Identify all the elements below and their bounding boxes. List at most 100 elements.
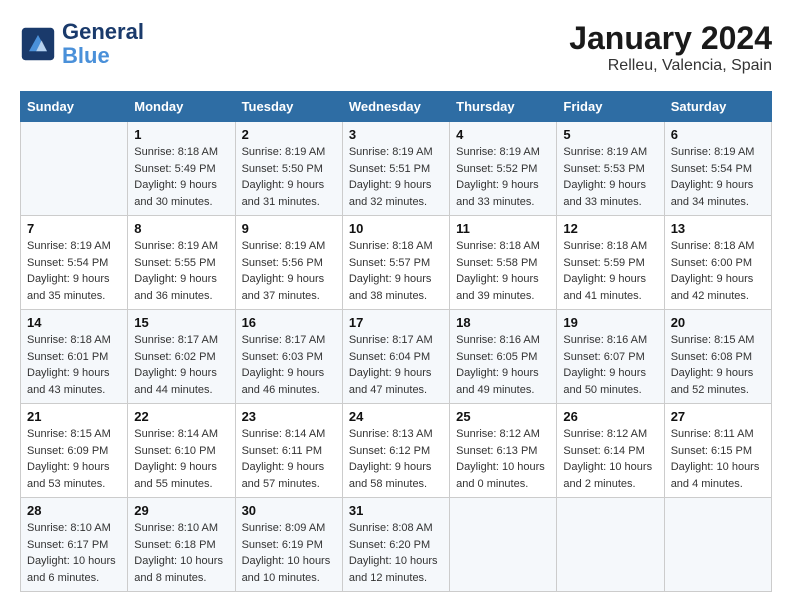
calendar-cell: 1Sunrise: 8:18 AMSunset: 5:49 PMDaylight…	[128, 122, 235, 216]
day-number: 31	[349, 503, 443, 518]
calendar-cell: 26Sunrise: 8:12 AMSunset: 6:14 PMDayligh…	[557, 404, 664, 498]
day-number: 22	[134, 409, 228, 424]
title-block: January 2024 Relleu, Valencia, Spain	[569, 20, 772, 75]
day-info: Sunrise: 8:19 AMSunset: 5:54 PMDaylight:…	[27, 238, 121, 304]
day-number: 17	[349, 315, 443, 330]
day-info: Sunrise: 8:10 AMSunset: 6:17 PMDaylight:…	[27, 520, 121, 586]
day-info: Sunrise: 8:13 AMSunset: 6:12 PMDaylight:…	[349, 426, 443, 492]
logo-blue-text: Blue	[62, 43, 110, 68]
calendar-cell: 15 Sunrise: 8:17 AMSunset: 6:02 PMDayligh…	[128, 310, 235, 404]
header-monday: Monday	[128, 92, 235, 122]
calendar-cell: 9 Sunrise: 8:19 AMSunset: 5:56 PMDaylight…	[235, 216, 342, 310]
day-info: Sunrise: 8:18 AMSunset: 5:58 PMDaylight:…	[456, 238, 550, 304]
calendar-week-row: 7 Sunrise: 8:19 AMSunset: 5:54 PMDaylight…	[21, 216, 772, 310]
calendar-cell: 14 Sunrise: 8:18 AMSunset: 6:01 PMDayligh…	[21, 310, 128, 404]
day-number: 24	[349, 409, 443, 424]
day-info: Sunrise: 8:17 AMSunset: 6:03 PMDaylight:…	[242, 332, 336, 398]
calendar-table: Sunday Monday Tuesday Wednesday Thursday…	[20, 91, 772, 592]
day-info: Sunrise: 8:18 AMSunset: 5:57 PMDaylight:…	[349, 238, 443, 304]
location-title: Relleu, Valencia, Spain	[569, 57, 772, 75]
calendar-cell: 11Sunrise: 8:18 AMSunset: 5:58 PMDayligh…	[450, 216, 557, 310]
day-number: 15	[134, 315, 228, 330]
header-sunday: Sunday	[21, 92, 128, 122]
day-info: Sunrise: 8:18 AMSunset: 6:01 PMDaylight:…	[27, 332, 121, 398]
calendar-cell: 7 Sunrise: 8:19 AMSunset: 5:54 PMDaylight…	[21, 216, 128, 310]
day-info: Sunrise: 8:16 AMSunset: 6:05 PMDaylight:…	[456, 332, 550, 398]
day-info: Sunrise: 8:11 AMSunset: 6:15 PMDaylight:…	[671, 426, 765, 492]
day-info: Sunrise: 8:14 AMSunset: 6:11 PMDaylight:…	[242, 426, 336, 492]
logo: GeneralBlue	[20, 20, 144, 68]
calendar-cell: 6 Sunrise: 8:19 AMSunset: 5:54 PMDaylight…	[664, 122, 771, 216]
calendar-cell: 22 Sunrise: 8:14 AMSunset: 6:10 PMDayligh…	[128, 404, 235, 498]
day-info: Sunrise: 8:19 AMSunset: 5:51 PMDaylight:…	[349, 144, 443, 210]
calendar-cell: 8Sunrise: 8:19 AMSunset: 5:55 PMDaylight…	[128, 216, 235, 310]
calendar-week-row: 14 Sunrise: 8:18 AMSunset: 6:01 PMDayligh…	[21, 310, 772, 404]
month-title: January 2024	[569, 20, 772, 57]
calendar-cell	[21, 122, 128, 216]
logo-icon	[20, 26, 56, 62]
day-number: 12	[563, 221, 657, 236]
header-wednesday: Wednesday	[342, 92, 449, 122]
day-info: Sunrise: 8:15 AMSunset: 6:09 PMDaylight:…	[27, 426, 121, 492]
calendar-cell: 2Sunrise: 8:19 AMSunset: 5:50 PMDaylight…	[235, 122, 342, 216]
day-number: 28	[27, 503, 121, 518]
day-number: 9	[242, 221, 336, 236]
calendar-cell: 31Sunrise: 8:08 AMSunset: 6:20 PMDayligh…	[342, 498, 449, 592]
day-number: 26	[563, 409, 657, 424]
day-info: Sunrise: 8:17 AMSunset: 6:02 PMDaylight:…	[134, 332, 228, 398]
day-number: 5	[563, 127, 657, 142]
day-info: Sunrise: 8:18 AMSunset: 5:59 PMDaylight:…	[563, 238, 657, 304]
day-number: 4	[456, 127, 550, 142]
logo-text: GeneralBlue	[62, 20, 144, 68]
calendar-cell: 3 Sunrise: 8:19 AMSunset: 5:51 PMDaylight…	[342, 122, 449, 216]
day-number: 14	[27, 315, 121, 330]
day-number: 18	[456, 315, 550, 330]
day-number: 30	[242, 503, 336, 518]
calendar-week-row: 28 Sunrise: 8:10 AMSunset: 6:17 PMDayligh…	[21, 498, 772, 592]
day-number: 19	[563, 315, 657, 330]
page-header: GeneralBlue January 2024 Relleu, Valenci…	[20, 20, 772, 75]
day-info: Sunrise: 8:19 AMSunset: 5:52 PMDaylight:…	[456, 144, 550, 210]
header-thursday: Thursday	[450, 92, 557, 122]
header-friday: Friday	[557, 92, 664, 122]
calendar-cell: 28 Sunrise: 8:10 AMSunset: 6:17 PMDayligh…	[21, 498, 128, 592]
calendar-cell: 21Sunrise: 8:15 AMSunset: 6:09 PMDayligh…	[21, 404, 128, 498]
day-number: 7	[27, 221, 121, 236]
day-number: 13	[671, 221, 765, 236]
day-info: Sunrise: 8:16 AMSunset: 6:07 PMDaylight:…	[563, 332, 657, 398]
calendar-week-row: 1Sunrise: 8:18 AMSunset: 5:49 PMDaylight…	[21, 122, 772, 216]
calendar-cell: 30 Sunrise: 8:09 AMSunset: 6:19 PMDayligh…	[235, 498, 342, 592]
calendar-cell: 27 Sunrise: 8:11 AMSunset: 6:15 PMDayligh…	[664, 404, 771, 498]
calendar-cell: 4 Sunrise: 8:19 AMSunset: 5:52 PMDaylight…	[450, 122, 557, 216]
day-number: 20	[671, 315, 765, 330]
day-info: Sunrise: 8:15 AMSunset: 6:08 PMDaylight:…	[671, 332, 765, 398]
calendar-cell: 25Sunrise: 8:12 AMSunset: 6:13 PMDayligh…	[450, 404, 557, 498]
day-number: 16	[242, 315, 336, 330]
calendar-cell: 17Sunrise: 8:17 AMSunset: 6:04 PMDayligh…	[342, 310, 449, 404]
calendar-cell: 18 Sunrise: 8:16 AMSunset: 6:05 PMDayligh…	[450, 310, 557, 404]
calendar-cell: 10 Sunrise: 8:18 AMSunset: 5:57 PMDayligh…	[342, 216, 449, 310]
day-info: Sunrise: 8:19 AMSunset: 5:50 PMDaylight:…	[242, 144, 336, 210]
day-info: Sunrise: 8:18 AMSunset: 6:00 PMDaylight:…	[671, 238, 765, 304]
day-info: Sunrise: 8:14 AMSunset: 6:10 PMDaylight:…	[134, 426, 228, 492]
day-info: Sunrise: 8:19 AMSunset: 5:54 PMDaylight:…	[671, 144, 765, 210]
calendar-cell: 20 Sunrise: 8:15 AMSunset: 6:08 PMDayligh…	[664, 310, 771, 404]
calendar-cell	[557, 498, 664, 592]
day-number: 27	[671, 409, 765, 424]
day-info: Sunrise: 8:18 AMSunset: 5:49 PMDaylight:…	[134, 144, 228, 210]
day-info: Sunrise: 8:10 AMSunset: 6:18 PMDaylight:…	[134, 520, 228, 586]
calendar-cell	[664, 498, 771, 592]
day-info: Sunrise: 8:19 AMSunset: 5:56 PMDaylight:…	[242, 238, 336, 304]
day-number: 6	[671, 127, 765, 142]
calendar-cell: 16 Sunrise: 8:17 AMSunset: 6:03 PMDayligh…	[235, 310, 342, 404]
calendar-cell: 23 Sunrise: 8:14 AMSunset: 6:11 PMDayligh…	[235, 404, 342, 498]
day-info: Sunrise: 8:19 AMSunset: 5:53 PMDaylight:…	[563, 144, 657, 210]
calendar-week-row: 21Sunrise: 8:15 AMSunset: 6:09 PMDayligh…	[21, 404, 772, 498]
day-number: 10	[349, 221, 443, 236]
day-number: 3	[349, 127, 443, 142]
day-info: Sunrise: 8:09 AMSunset: 6:19 PMDaylight:…	[242, 520, 336, 586]
day-number: 23	[242, 409, 336, 424]
calendar-cell: 5 Sunrise: 8:19 AMSunset: 5:53 PMDaylight…	[557, 122, 664, 216]
header-saturday: Saturday	[664, 92, 771, 122]
day-number: 8	[134, 221, 228, 236]
